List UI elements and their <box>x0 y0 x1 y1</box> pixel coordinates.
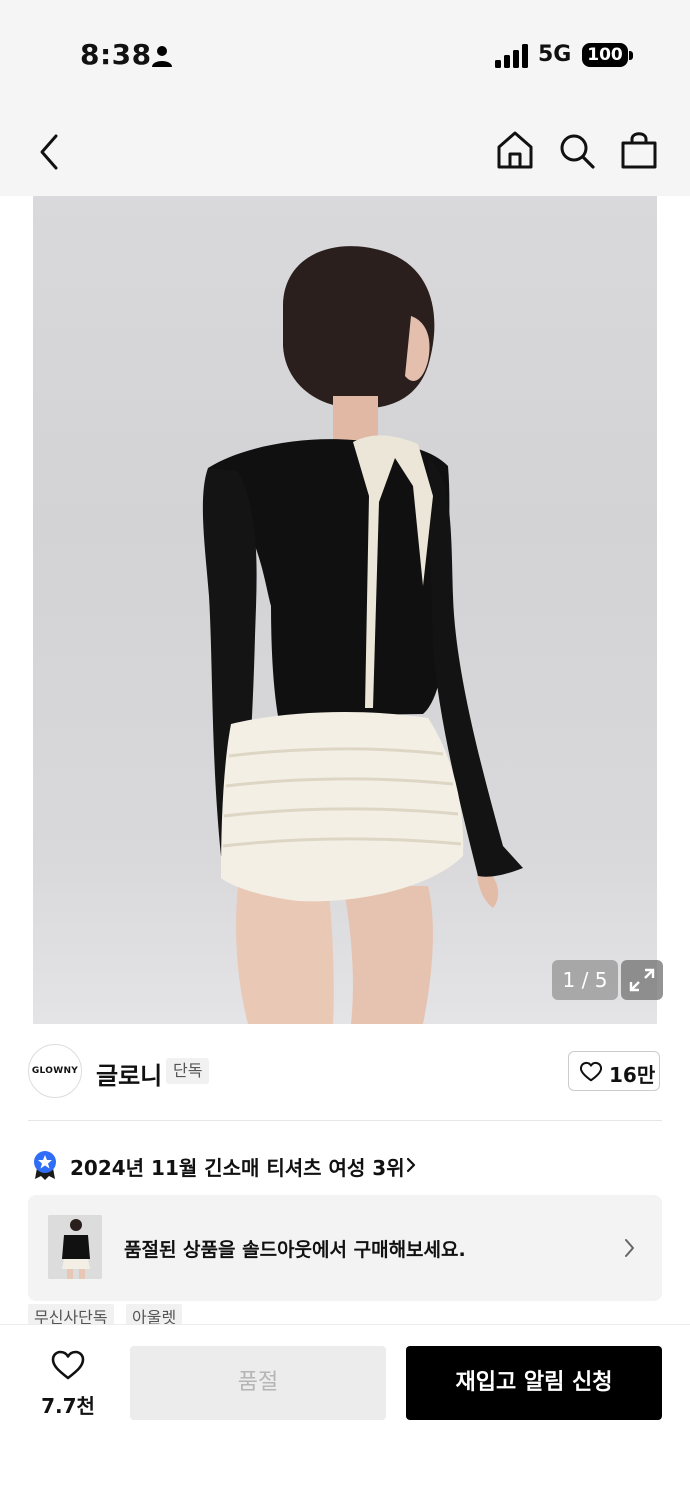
wishlist-button[interactable]: 7.7천 <box>28 1346 108 1420</box>
image-counter: 1 / 5 <box>552 960 618 1000</box>
ranking-text[interactable]: 2024년 11월 긴소매 티셔츠 여성 3위 <box>70 1152 405 1181</box>
chevron-right-icon <box>625 1239 634 1257</box>
search-icon[interactable] <box>558 132 596 170</box>
exclusive-badge: 단독 <box>166 1058 210 1084</box>
status-time: 8:38 <box>80 38 152 71</box>
restock-alert-button[interactable]: 재입고 알림 신청 <box>406 1346 662 1420</box>
divider <box>28 1120 662 1121</box>
chevron-right-icon[interactable] <box>404 1156 418 1174</box>
person-icon <box>152 46 172 67</box>
promo-text: 품절된 상품을 솔드아웃에서 구매해보세요. <box>124 1239 466 1261</box>
promo-thumbnail <box>48 1215 102 1279</box>
brand-like-button[interactable]: 16만 <box>568 1051 660 1091</box>
heart-icon <box>51 1350 85 1380</box>
home-icon[interactable] <box>496 130 534 170</box>
brand-like-count: 16만 <box>609 1063 656 1087</box>
brand-logo[interactable]: GLOWNY <box>28 1044 82 1098</box>
soldout-button: 품절 <box>130 1346 386 1420</box>
ranking-badge-icon <box>34 1151 56 1180</box>
heart-icon <box>580 1061 602 1082</box>
brand-name[interactable]: 글로니 <box>96 1056 162 1091</box>
wishlist-count: 7.7천 <box>41 1394 95 1418</box>
battery-indicator: 100 <box>582 43 628 67</box>
soldout-promo-banner[interactable]: 품절된 상품을 솔드아웃에서 구매해보세요. <box>28 1195 662 1301</box>
product-image[interactable] <box>33 196 657 1024</box>
expand-icon[interactable] <box>621 960 663 1000</box>
shopping-bag-icon[interactable] <box>620 130 658 170</box>
battery-tip <box>629 51 633 60</box>
chevron-left-icon[interactable] <box>36 132 64 172</box>
product-photo-illustration <box>202 246 523 1024</box>
signal-icon <box>495 44 528 68</box>
network-type: 5G <box>538 42 572 67</box>
